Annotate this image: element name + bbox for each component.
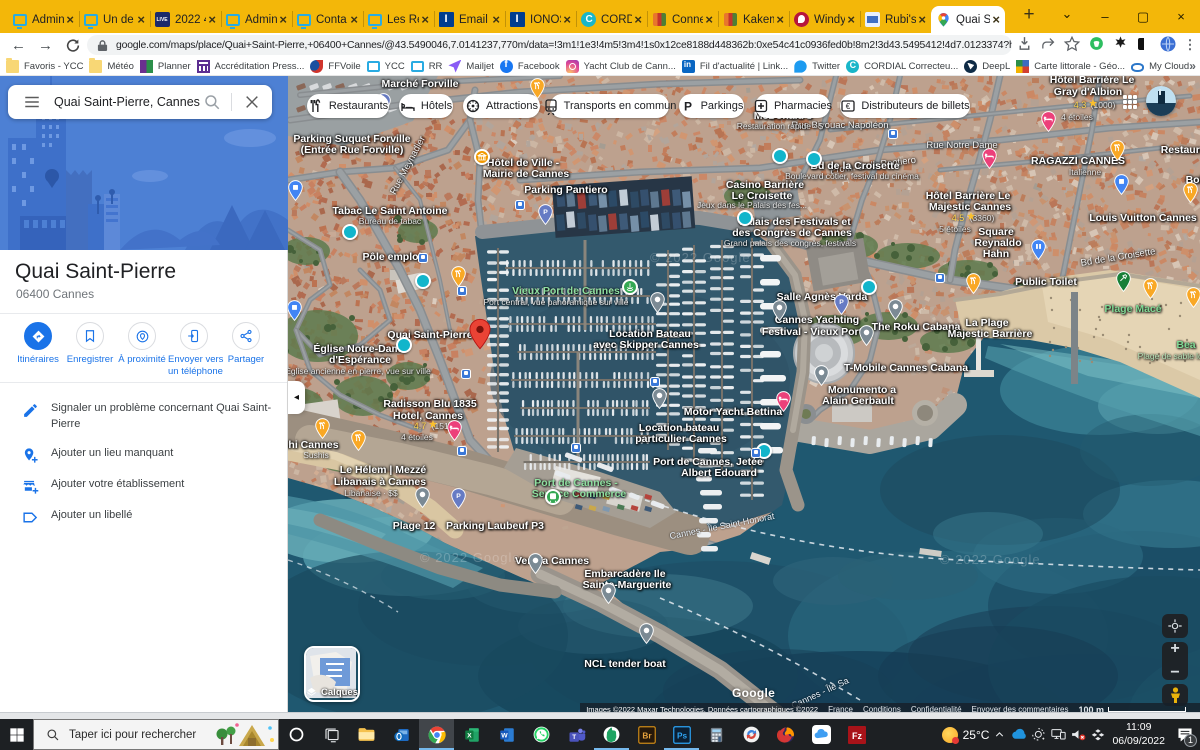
svg-text:Fz: Fz (852, 730, 862, 740)
svg-text:Br: Br (642, 731, 652, 740)
svg-text:W: W (501, 732, 508, 739)
svg-text:€: € (846, 102, 851, 111)
svg-text:X: X (467, 732, 472, 739)
svg-text:P: P (684, 99, 692, 113)
svg-text:P: P (456, 493, 461, 500)
svg-text:T: T (572, 734, 576, 741)
svg-text:P: P (839, 299, 844, 306)
svg-text:Ps: Ps (676, 731, 687, 740)
svg-text:P: P (543, 209, 548, 216)
